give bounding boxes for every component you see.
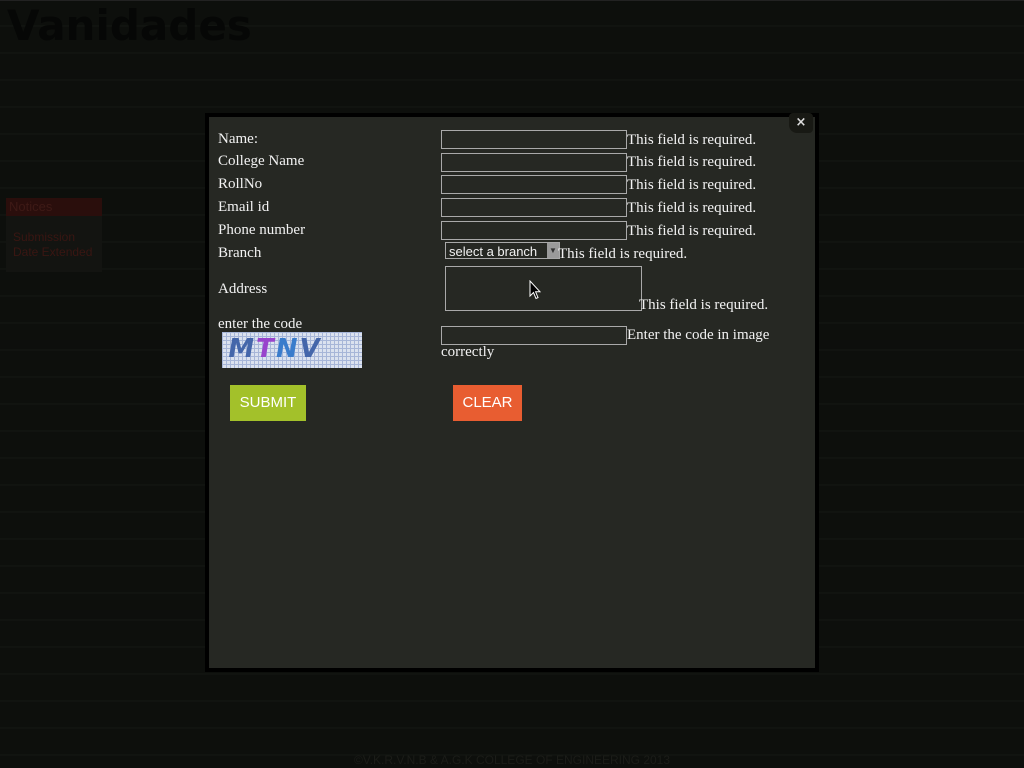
phone-error: This field is required.	[627, 223, 757, 239]
branch-label: Branch	[218, 245, 262, 261]
close-icon[interactable]: ×	[789, 113, 813, 133]
college-name-field[interactable]	[441, 153, 627, 172]
notice-item[interactable]: Submission	[13, 230, 102, 245]
branch-select[interactable]: select a branch ▼	[445, 242, 560, 259]
clear-button[interactable]: CLEAR	[453, 385, 522, 421]
branch-error: This field is required.	[558, 246, 688, 262]
registration-form: Name: This field is required. College Na…	[209, 117, 815, 668]
address-label: Address	[218, 281, 268, 297]
submit-button[interactable]: SUBMIT	[230, 385, 306, 421]
phone-label: Phone number	[218, 222, 306, 238]
notices-heading: Notices	[6, 198, 102, 216]
address-field[interactable]	[445, 266, 642, 311]
captcha-glyphs: MTNV	[225, 334, 325, 364]
mouse-cursor-icon	[529, 280, 541, 300]
rollno-label: RollNo	[218, 176, 263, 192]
name-field[interactable]	[441, 130, 627, 149]
email-label: Email id	[218, 199, 270, 215]
rollno-field[interactable]	[441, 175, 627, 194]
rollno-error: This field is required.	[627, 177, 757, 193]
captcha-label: enter the code	[218, 316, 303, 332]
email-error: This field is required.	[627, 200, 757, 216]
branch-selected-value: select a branch	[449, 244, 538, 259]
address-error: This field is required.	[639, 297, 769, 313]
phone-field[interactable]	[441, 221, 627, 240]
notices-body: Submission Date Extended	[6, 216, 102, 260]
college-name-error: This field is required.	[627, 154, 757, 170]
registration-modal: Name: This field is required. College Na…	[205, 113, 819, 672]
notices-panel: Notices Submission Date Extended	[6, 198, 102, 272]
name-error: This field is required.	[627, 132, 757, 148]
notice-item[interactable]: Date Extended	[13, 245, 102, 260]
captcha-error: Enter the code in image correctly	[441, 327, 770, 360]
site-title: Vanidades	[7, 1, 252, 50]
college-name-label: College Name	[218, 153, 305, 169]
footer-copyright: ©V.K.R.V.N.B & A.G.K COLLEGE OF ENGINEER…	[353, 753, 671, 767]
captcha-image: MTNV	[222, 332, 362, 368]
name-label: Name:	[218, 131, 258, 147]
email-field[interactable]	[441, 198, 627, 217]
